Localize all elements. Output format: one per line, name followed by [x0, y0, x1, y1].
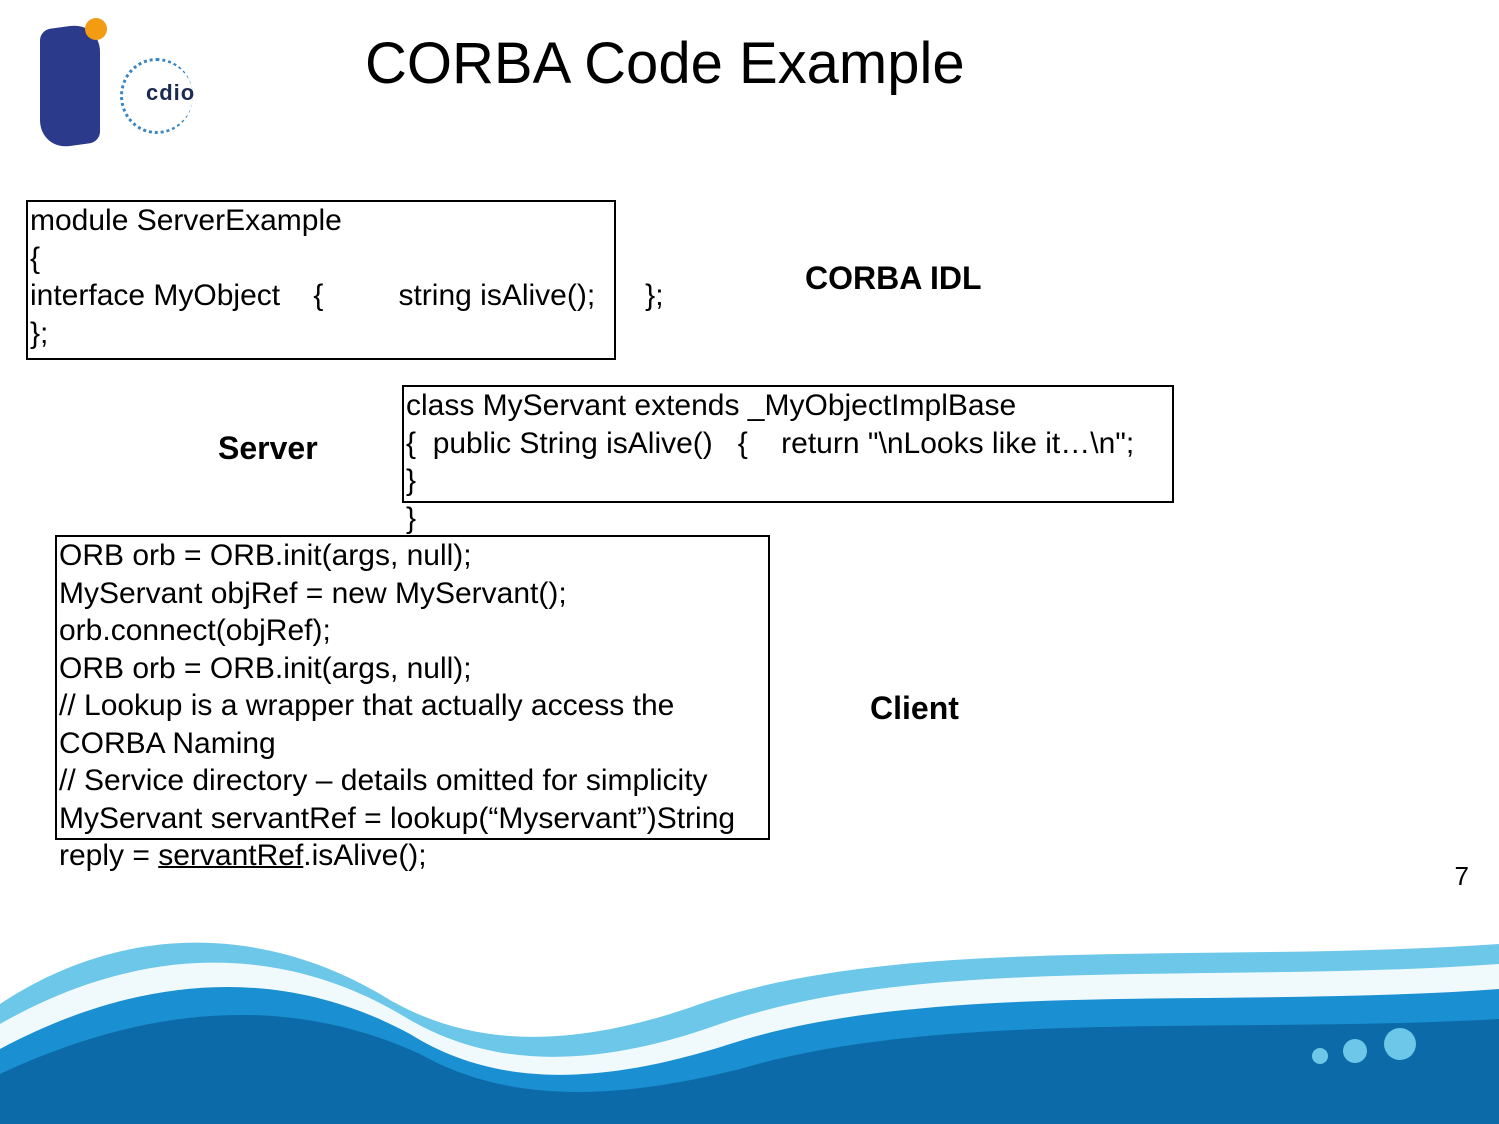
- slide: cdio CORBA Code Example module ServerExa…: [0, 0, 1499, 1124]
- logo: cdio: [30, 18, 220, 163]
- idl-code: module ServerExample { interface MyObjec…: [30, 202, 612, 352]
- logo-mark: [40, 22, 100, 150]
- idl-code-box: module ServerExample { interface MyObjec…: [26, 200, 616, 360]
- logo-text: cdio: [146, 80, 195, 106]
- server-label: Server: [218, 430, 318, 467]
- logo-cdio: cdio: [120, 58, 215, 128]
- client-code-underlined: servantRef: [158, 839, 303, 872]
- server-code: class MyServant extends _MyObjectImplBas…: [406, 387, 1170, 537]
- client-code-pre: ORB orb = ORB.init(args, null); MyServan…: [59, 539, 735, 872]
- client-label: Client: [870, 690, 959, 727]
- wave-icon: [0, 884, 1499, 1124]
- client-code-box: ORB orb = ORB.init(args, null); MyServan…: [55, 535, 770, 840]
- footer-wave: [0, 884, 1499, 1124]
- slide-title: CORBA Code Example: [365, 30, 965, 97]
- client-code-post: .isAlive();: [303, 839, 426, 872]
- idl-label: CORBA IDL: [805, 260, 982, 297]
- logo-dot-icon: [85, 18, 107, 40]
- server-code-box: class MyServant extends _MyObjectImplBas…: [402, 385, 1174, 503]
